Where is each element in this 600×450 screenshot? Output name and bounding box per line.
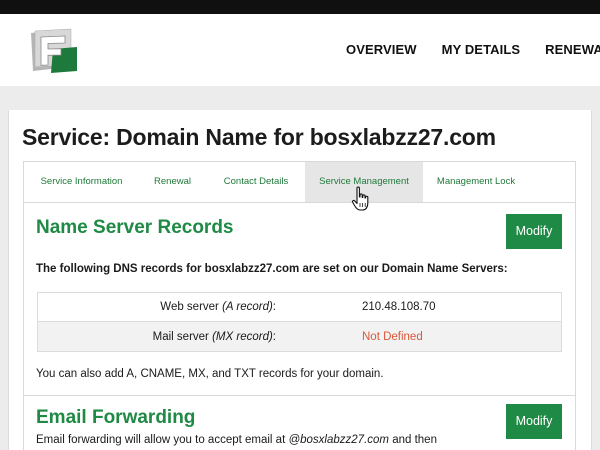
table-row: Mail server (MX record): Not Defined xyxy=(38,322,561,351)
email-forwarding-heading: Email Forwarding xyxy=(36,407,196,428)
modify-email-forwarding-button[interactable]: Modify xyxy=(506,404,562,439)
dns-lead-text: The following DNS records for bosxlabzz2… xyxy=(36,263,508,275)
name-server-records-heading: Name Server Records xyxy=(36,217,234,238)
dns-record-value: Not Defined xyxy=(362,330,423,343)
main-nav: OVERVIEW MY DETAILS RENEWALS xyxy=(346,42,600,57)
top-bar xyxy=(0,0,600,14)
table-row: Web server (A record): 210.48.108.70 xyxy=(38,293,561,322)
section-divider xyxy=(24,395,575,396)
tab-renewal[interactable]: Renewal xyxy=(139,162,206,202)
dns-note: You can also add A, CNAME, MX, and TXT r… xyxy=(36,368,384,380)
dns-records-table: Web server (A record): 210.48.108.70 Mai… xyxy=(37,292,562,352)
service-card: Service Information Renewal Contact Deta… xyxy=(23,161,576,450)
f-logo-icon[interactable] xyxy=(27,27,79,77)
email-forwarding-text: Email forwarding will allow you to accep… xyxy=(36,434,437,446)
tab-service-information[interactable]: Service Information xyxy=(24,162,139,202)
tab-management-lock[interactable]: Management Lock xyxy=(423,162,529,202)
header: OVERVIEW MY DETAILS RENEWALS xyxy=(0,14,600,86)
modify-name-servers-button[interactable]: Modify xyxy=(506,214,562,249)
nav-renewals[interactable]: RENEWALS xyxy=(545,42,600,57)
dns-record-label: Web server (A record): xyxy=(160,301,276,313)
dns-record-label: Mail server (MX record): xyxy=(152,330,276,343)
nav-my-details[interactable]: MY DETAILS xyxy=(442,42,521,57)
hand-cursor-icon xyxy=(351,186,371,212)
service-tabs: Service Information Renewal Contact Deta… xyxy=(24,162,575,203)
tab-contact-details[interactable]: Contact Details xyxy=(206,162,306,202)
page-title: Service: Domain Name for bosxlabzz27.com xyxy=(22,124,496,150)
dns-record-value: 210.48.108.70 xyxy=(362,301,436,313)
nav-overview[interactable]: OVERVIEW xyxy=(346,42,417,57)
